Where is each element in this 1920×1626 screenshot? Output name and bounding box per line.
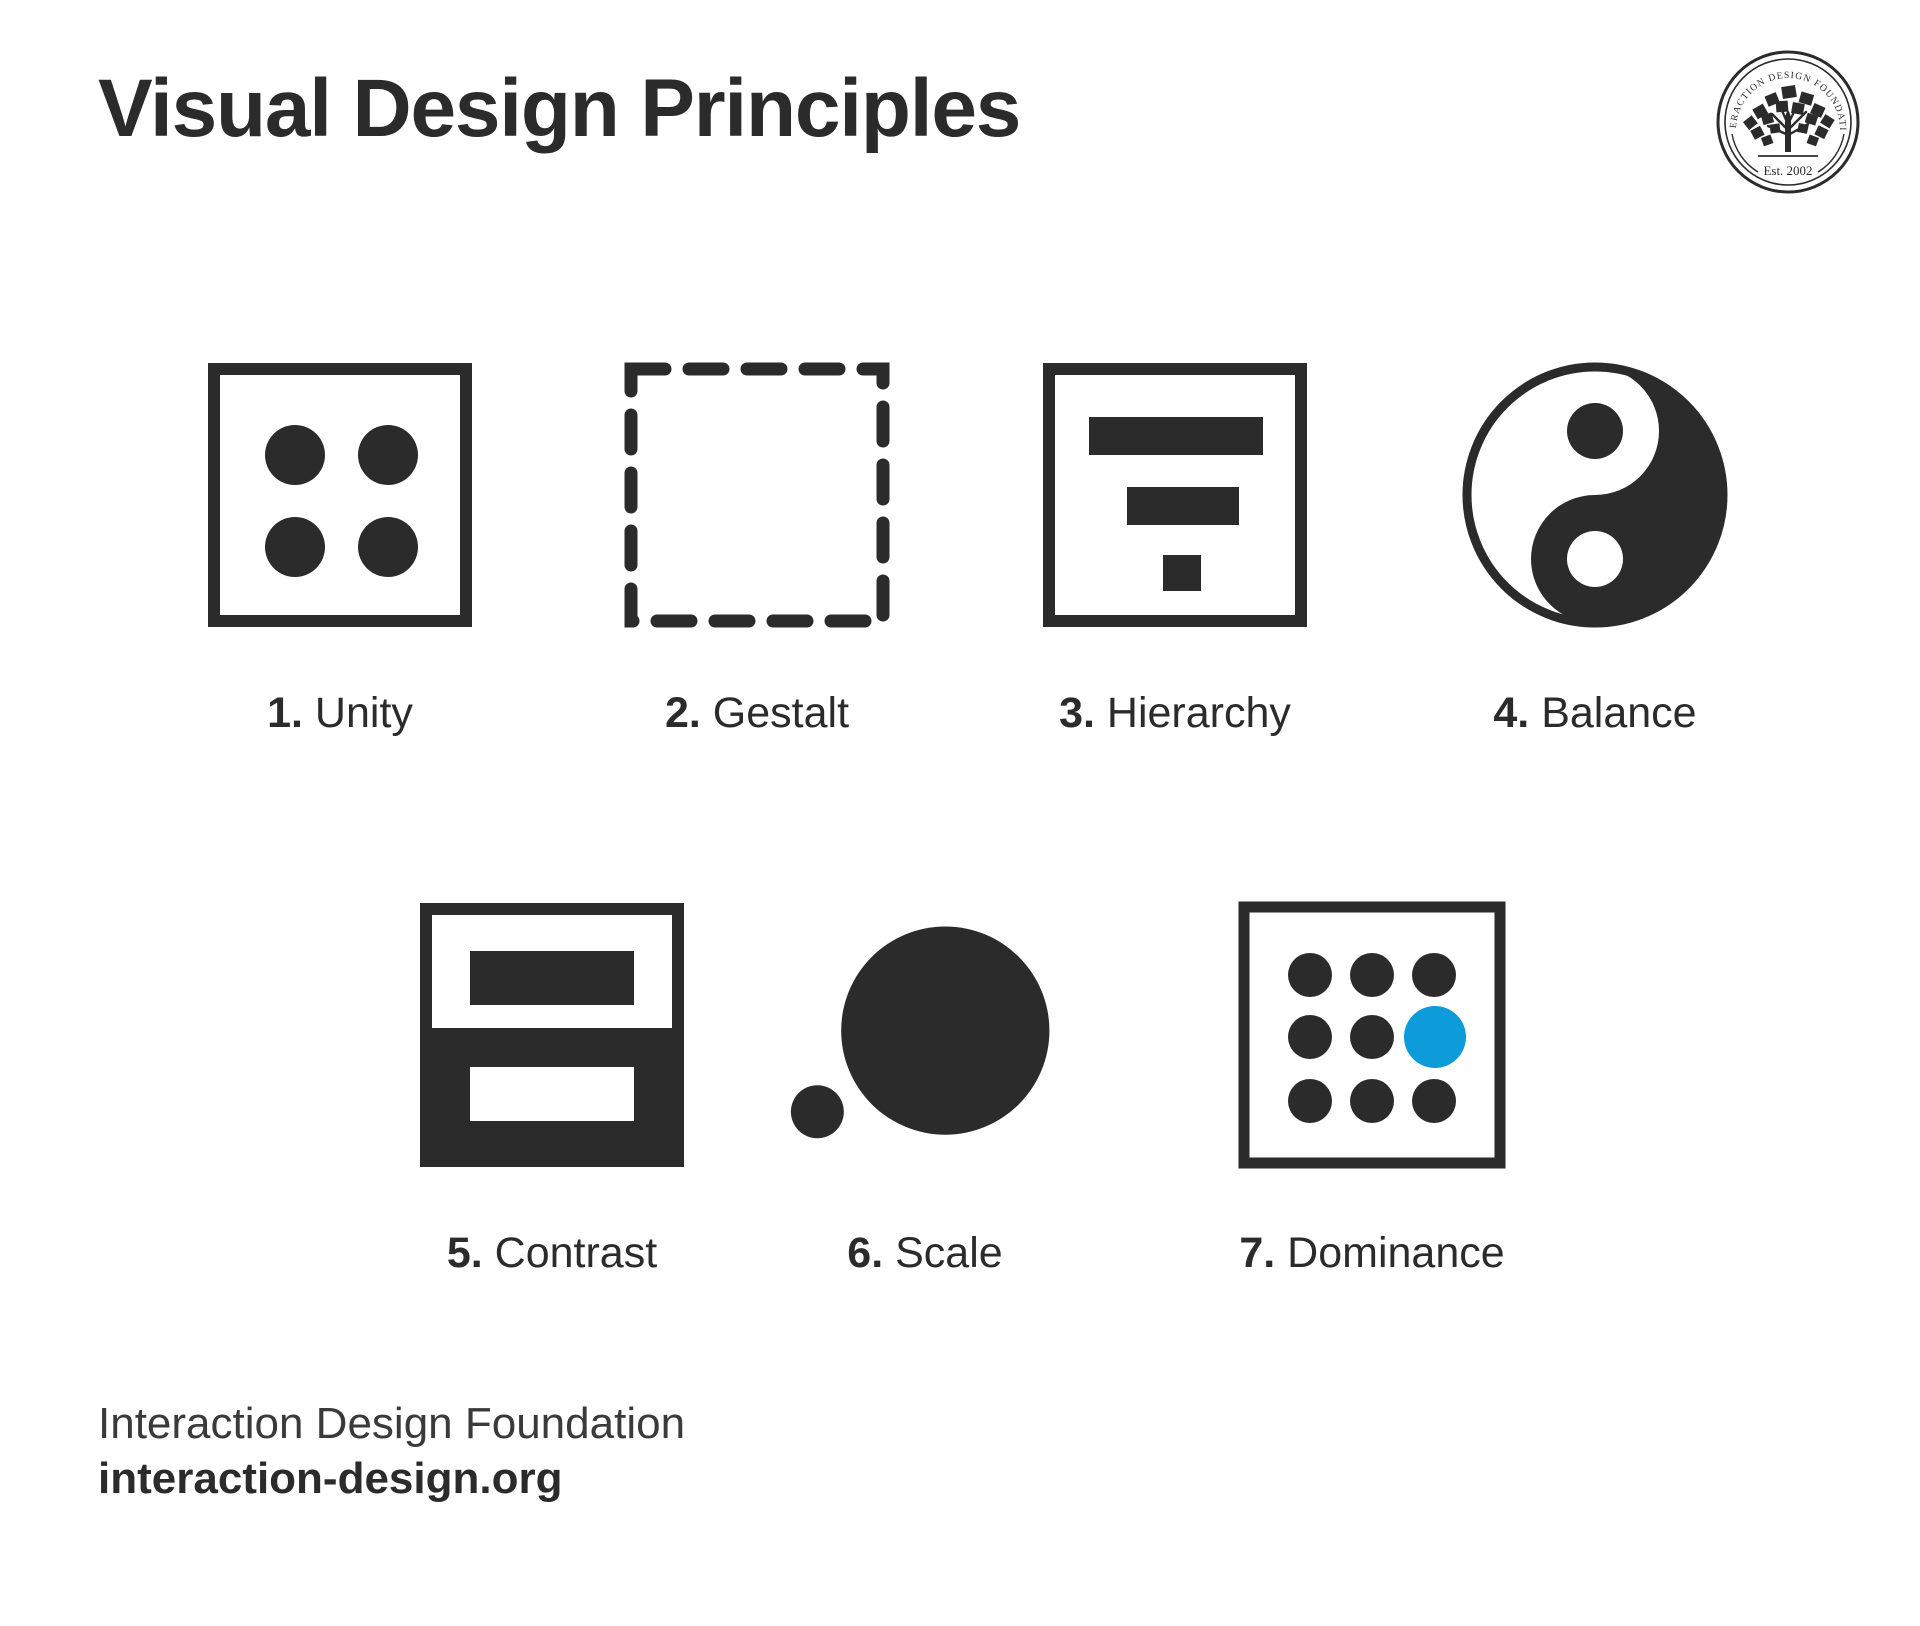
principle-caption: 7. Dominance	[1239, 1232, 1504, 1275]
footer: Interaction Design Foundation interactio…	[98, 1396, 685, 1506]
nine-dots-one-blue-icon	[1222, 890, 1522, 1180]
principle-card-contrast[interactable]: 5. Contrast	[402, 890, 702, 1275]
principle-number: 5.	[446, 1229, 483, 1277]
principle-card-scale[interactable]: 6. Scale	[775, 890, 1075, 1275]
principle-label: Unity	[314, 689, 413, 737]
dominant-dot	[1404, 1006, 1466, 1068]
principle-label: Contrast	[494, 1229, 658, 1277]
page-title: Visual Design Principles	[98, 63, 1021, 154]
idf-logo: INTERACTION DESIGN FOUNDATION	[1714, 48, 1862, 196]
header: Visual Design Principles INTERACTION DES…	[0, 0, 1920, 240]
principle-number: 2.	[664, 689, 701, 737]
principle-label: Dominance	[1287, 1229, 1505, 1277]
principle-caption: 4. Balance	[1493, 692, 1696, 735]
principle-card-gestalt[interactable]: 2. Gestalt	[607, 350, 907, 735]
footer-organization: Interaction Design Foundation	[98, 1399, 686, 1448]
principle-number: 6.	[847, 1229, 884, 1277]
square-four-dots-icon	[190, 350, 490, 640]
principle-caption: 1. Unity	[267, 692, 413, 735]
principle-caption: 6. Scale	[847, 1232, 1002, 1275]
principle-label: Gestalt	[712, 689, 850, 737]
inverted-halves-square-icon	[402, 890, 702, 1180]
principle-label: Hierarchy	[1106, 689, 1291, 737]
logo-established-text: Est. 2002	[1763, 163, 1812, 178]
principle-number: 1.	[267, 689, 303, 737]
principle-number: 4.	[1493, 689, 1530, 737]
yin-yang-icon	[1445, 350, 1745, 640]
two-circles-icon	[775, 890, 1075, 1180]
principle-label: Scale	[895, 1229, 1003, 1277]
principle-card-unity[interactable]: 1. Unity	[190, 350, 490, 735]
footer-url[interactable]: interaction-design.org	[98, 1451, 685, 1506]
principle-caption: 2. Gestalt	[665, 692, 849, 735]
principle-label: Balance	[1541, 689, 1697, 737]
principle-number: 7.	[1239, 1229, 1276, 1277]
stacked-bars-square-icon	[1025, 350, 1325, 640]
principle-number: 3.	[1059, 689, 1095, 737]
principle-caption: 3. Hierarchy	[1059, 692, 1291, 735]
principle-card-hierarchy[interactable]: 3. Hierarchy	[1025, 350, 1325, 735]
principle-caption: 5. Contrast	[447, 1232, 657, 1275]
principle-card-balance[interactable]: 4. Balance	[1445, 350, 1745, 735]
principle-card-dominance[interactable]: 7. Dominance	[1222, 890, 1522, 1275]
dashed-square-icon	[607, 350, 907, 640]
